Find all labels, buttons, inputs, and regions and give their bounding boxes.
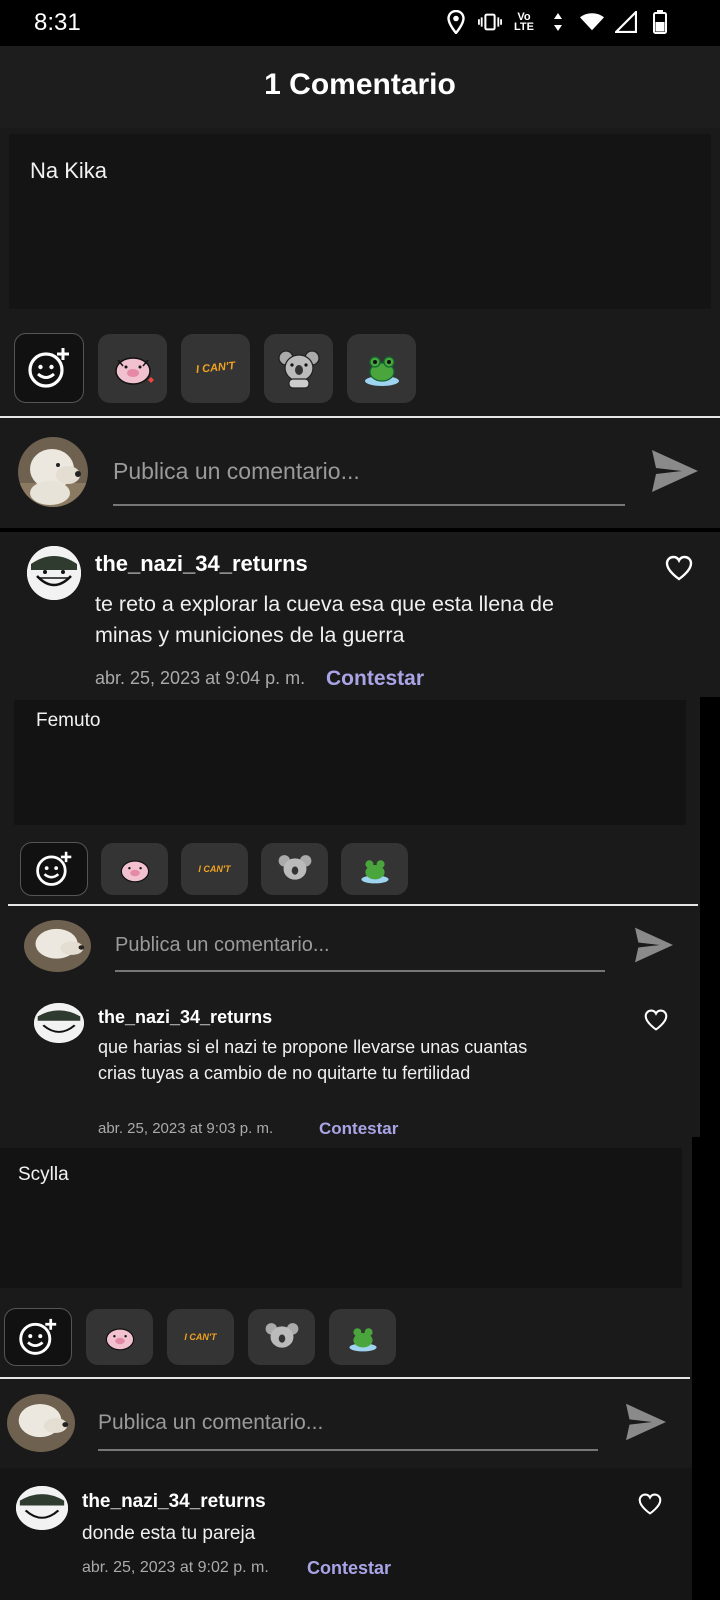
i-cant-text: I CAN'T [184, 1332, 217, 1342]
signal-icon [614, 10, 638, 34]
wifi-icon [580, 10, 604, 34]
comment-username[interactable]: the_nazi_34_returns [98, 1007, 272, 1028]
comment-text: que harias si el nazi te propone llevars… [98, 1037, 528, 1083]
i-cant-text: I CAN'T [198, 864, 231, 874]
comment-username[interactable]: the_nazi_34_returns [82, 1491, 266, 1513]
frog-sticker[interactable] [347, 333, 416, 403]
input-underline [115, 970, 605, 972]
reply-button[interactable]: Contestar [326, 667, 424, 691]
edge-shadow [692, 1516, 720, 1600]
avatar [24, 920, 91, 972]
comment-username[interactable]: the_nazi_34_returns [95, 551, 308, 577]
i-cant-text: I CAN'T [195, 359, 236, 377]
koala-sticker[interactable] [264, 333, 333, 403]
trollface-avatar-icon [34, 1003, 84, 1043]
i-cant-sticker[interactable]: I CAN'T [181, 333, 250, 403]
comment-input[interactable]: Publica un comentario... [115, 934, 330, 957]
battery-icon [648, 10, 672, 34]
add-emoji-button[interactable] [4, 1308, 72, 1366]
send-icon [635, 927, 673, 963]
like-button[interactable] [642, 1008, 670, 1037]
pig-sticker[interactable] [86, 1309, 153, 1365]
comment-timestamp: abr. 25, 2023 at 9:04 p. m. [95, 668, 306, 688]
heart-icon [638, 1493, 662, 1515]
comment-timestamp: abr. 25, 2023 at 9:03 p. m. [98, 1120, 274, 1137]
panel-2: Femuto [14, 700, 686, 825]
send-button[interactable] [650, 448, 700, 499]
comment-timestamp: abr. 25, 2023 at 9:02 p. m. [82, 1559, 269, 1576]
polar-bear-avatar-icon [7, 1394, 75, 1452]
frog-sticker[interactable] [329, 1309, 396, 1365]
send-icon [652, 450, 698, 492]
add-emoji-button[interactable] [14, 333, 84, 403]
panel-1: Na Kika [9, 134, 711, 309]
frog-sticker-icon [364, 356, 399, 386]
i-cant-sticker[interactable]: I CAN'T [167, 1309, 234, 1365]
avatar [27, 546, 81, 600]
frog-sticker-icon [360, 860, 389, 884]
input-underline [98, 1449, 598, 1451]
add-emoji-button[interactable] [20, 842, 88, 896]
panel-text: Scylla [18, 1164, 69, 1185]
pig-sticker[interactable] [98, 333, 167, 403]
comment-text: donde esta tu pareja [82, 1523, 256, 1544]
polar-bear-avatar-icon [24, 920, 91, 972]
koala-sticker-icon [265, 1323, 298, 1348]
divider [0, 416, 720, 418]
vibrate-icon [478, 10, 502, 34]
avatar [16, 1486, 68, 1530]
comment-input[interactable]: Publica un comentario... [98, 1411, 323, 1435]
i-cant-sticker[interactable]: I CAN'T [181, 843, 248, 895]
send-icon [626, 1403, 666, 1441]
pig-sticker-icon [114, 357, 154, 385]
add-emoji-icon [28, 348, 69, 388]
avatar [34, 1003, 84, 1043]
comment-input[interactable]: Publica un comentario... [113, 458, 360, 485]
status-time: 8:31 [34, 9, 81, 36]
reply-button[interactable]: Contestar [307, 1558, 391, 1579]
send-button[interactable] [622, 1402, 670, 1447]
data-arrows-icon [546, 10, 570, 34]
panel-3: Scylla [0, 1148, 682, 1288]
panel-text: Na Kika [30, 158, 108, 183]
add-emoji-icon [19, 1318, 57, 1355]
frog-sticker[interactable] [341, 843, 408, 895]
pig-sticker[interactable] [101, 843, 168, 895]
trollface-avatar-icon [27, 546, 81, 600]
koala-sticker[interactable] [248, 1309, 315, 1365]
divider [8, 904, 698, 906]
comment-text: te reto a explorar la cueva esa que esta… [95, 592, 554, 648]
pig-sticker-icon [120, 860, 149, 883]
page-title: 1 Comentario [264, 68, 456, 101]
avatar [18, 437, 88, 507]
status-bar: 8:31 Vo LTE [0, 0, 720, 46]
heart-icon [644, 1009, 668, 1031]
location-icon [444, 10, 468, 34]
frog-sticker-icon [348, 1328, 377, 1352]
trollface-avatar-icon [16, 1486, 68, 1530]
sticker-row-2: I CAN'T [20, 842, 408, 896]
polar-bear-avatar-icon [18, 437, 88, 507]
heart-icon [665, 555, 693, 581]
input-underline [113, 504, 625, 506]
koala-sticker-icon [277, 350, 320, 389]
volte-icon: Vo LTE [514, 11, 534, 33]
like-button[interactable] [636, 1492, 664, 1521]
avatar [7, 1394, 75, 1452]
divider [0, 1377, 690, 1379]
sticker-row-3: I CAN'T [4, 1308, 396, 1366]
koala-sticker-icon [278, 855, 311, 880]
panel-text: Femuto [36, 710, 101, 731]
pig-sticker-icon [105, 1328, 134, 1351]
add-emoji-icon [36, 851, 72, 886]
reply-button[interactable]: Contestar [319, 1119, 398, 1139]
send-button[interactable] [630, 926, 678, 969]
status-icons: Vo LTE [444, 10, 672, 34]
koala-sticker[interactable] [261, 843, 328, 895]
sticker-row-1: I CAN'T [14, 333, 416, 403]
comments-header: 1 Comentario [0, 46, 720, 128]
like-button[interactable] [664, 554, 694, 587]
